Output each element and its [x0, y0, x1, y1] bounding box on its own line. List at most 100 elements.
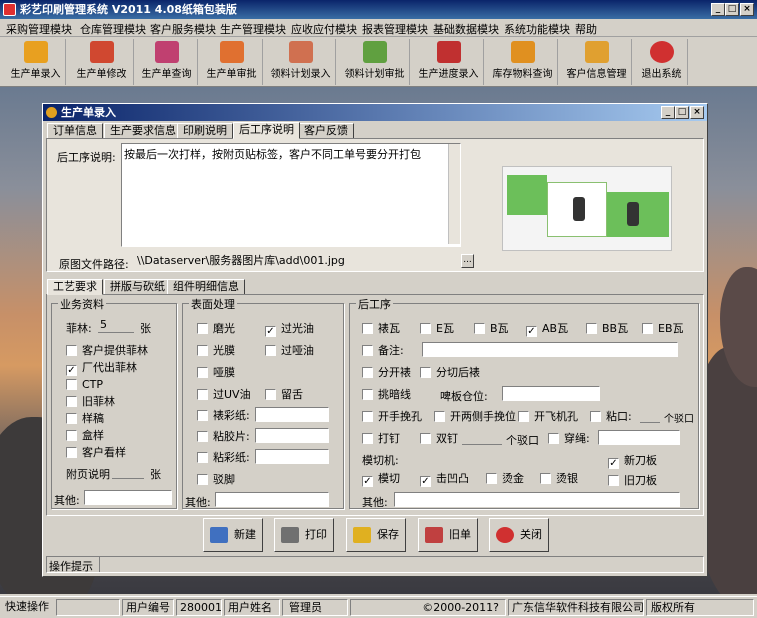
toolbar-inventory-query-button[interactable]: 库存物料查询: [488, 39, 558, 85]
glue-colorpaper-checkbox[interactable]: 粘彩纸:: [197, 451, 250, 464]
e-flute-checkbox[interactable]: E瓦: [420, 322, 454, 335]
browse-button[interactable]: ...: [461, 254, 474, 268]
matte-oil-checkbox[interactable]: 过哑油: [265, 344, 314, 357]
remark-checkbox[interactable]: 备注:: [362, 344, 404, 357]
toolbar-material-approve-button[interactable]: 领料计划审批: [340, 39, 410, 85]
bb-flute-checkbox[interactable]: BB瓦: [586, 322, 628, 335]
menu-receivable[interactable]: 应收应付模块: [291, 21, 357, 37]
old-die-checkbox[interactable]: 旧刀板: [608, 474, 657, 487]
polish-checkbox[interactable]: 磨光: [197, 322, 235, 335]
toolbar-order-query-button[interactable]: 生产单查询: [136, 39, 198, 85]
close-window-button[interactable]: ×: [740, 3, 754, 16]
subtab-craft[interactable]: 工艺要求: [47, 279, 103, 295]
die-cut-checkbox[interactable]: ✓ 模切: [362, 472, 400, 487]
new-button[interactable]: 新建: [203, 518, 263, 552]
customer-review-checkbox[interactable]: 客户看样: [66, 446, 126, 459]
uv-oil-checkbox[interactable]: 过UV油: [197, 388, 251, 401]
tab-post-process[interactable]: 后工序说明: [233, 122, 300, 139]
menu-customer[interactable]: 客户服务模块: [150, 21, 216, 37]
menu-purchase[interactable]: 采购管理模块: [6, 21, 72, 37]
menu-warehouse[interactable]: 仓库管理模块: [80, 21, 146, 37]
crease-checkbox[interactable]: 挑暗线: [362, 388, 411, 401]
side-hand-hole-checkbox[interactable]: 开两侧手挽位: [434, 410, 516, 423]
toolbar-customer-info-button[interactable]: 客户信息管理: [562, 39, 632, 85]
hot-gold-checkbox[interactable]: 烫金: [486, 472, 524, 485]
dialog-title: 生产单录入: [61, 106, 116, 119]
menu-production[interactable]: 生产管理模块: [220, 21, 286, 37]
post-process-textarea[interactable]: 按最后一次打样，按附页贴标签，客户不同工单号要分开打包: [121, 143, 461, 247]
sample-draft-checkbox[interactable]: 样稿: [66, 412, 104, 425]
post-other-field[interactable]: [394, 492, 680, 507]
dialog-close-button[interactable]: ×: [690, 106, 704, 119]
surface-other-field[interactable]: [215, 492, 329, 507]
staple-count-field[interactable]: [462, 430, 502, 445]
double-staple-checkbox[interactable]: 双钉: [420, 432, 458, 445]
status-empty-panel: [56, 599, 120, 616]
glue-film-field[interactable]: [255, 428, 329, 443]
toolbar-material-entry-button[interactable]: 领料计划录入: [266, 39, 336, 85]
die-position-field[interactable]: [502, 386, 600, 401]
glue-film-checkbox[interactable]: 粘胶片:: [197, 430, 250, 443]
minimize-button[interactable]: _: [711, 3, 725, 16]
toolbar-progress-entry-button[interactable]: 生产进度录入: [414, 39, 484, 85]
close-button[interactable]: 关闭: [489, 518, 549, 552]
quick-ops-label[interactable]: 快速操作: [2, 599, 54, 616]
factory-film-checkbox[interactable]: ✓ 厂代出菲林: [66, 361, 137, 376]
joint-foot-checkbox[interactable]: 驳脚: [197, 473, 235, 486]
matte-film-checkbox[interactable]: 哑膜: [197, 366, 235, 379]
split-mount-checkbox[interactable]: 分开裱: [362, 366, 411, 379]
tab-customer-feedback[interactable]: 客户反馈: [298, 123, 354, 139]
film-count-field[interactable]: 5: [98, 318, 134, 333]
mount-colorpaper-field[interactable]: [255, 407, 329, 422]
box-sample-checkbox[interactable]: 盒样: [66, 429, 104, 442]
toolbar-exit-button[interactable]: 退出系统: [636, 39, 688, 85]
split-after-checkbox[interactable]: 分切后裱: [420, 366, 480, 379]
dialog-maximize-button[interactable]: □: [675, 106, 689, 119]
glue-colorpaper-field[interactable]: [255, 449, 329, 464]
staple-checkbox[interactable]: 打钉: [362, 432, 400, 445]
menu-system[interactable]: 系统功能模块: [504, 21, 570, 37]
customer-film-checkbox[interactable]: 客户提供菲林: [66, 344, 148, 357]
b-flute-checkbox[interactable]: B瓦: [474, 322, 509, 335]
emboss-checkbox[interactable]: ✓ 击凹凸: [420, 472, 469, 487]
tongue-checkbox[interactable]: 留舌: [265, 388, 303, 401]
attach-count-field[interactable]: [112, 464, 144, 479]
maximize-button[interactable]: □: [725, 3, 739, 16]
menu-reports[interactable]: 报表管理模块: [362, 21, 428, 37]
glue-joint-checkbox[interactable]: 粘口:: [590, 410, 632, 423]
dialog-minimize-button[interactable]: _: [661, 106, 675, 119]
toolbar-order-edit-button[interactable]: 生产单修改: [70, 39, 134, 85]
toolbar-order-entry-button[interactable]: 生产单录入: [6, 39, 66, 85]
eb-flute-checkbox[interactable]: EB瓦: [642, 322, 684, 335]
subtab-components[interactable]: 组件明细信息: [167, 279, 245, 295]
subtab-imposition[interactable]: 拼版与砍纸: [104, 279, 171, 295]
ab-flute-checkbox[interactable]: ✓ AB瓦: [526, 322, 568, 337]
post-other-label: 其他:: [362, 496, 388, 509]
hand-hole-checkbox[interactable]: 开手挽孔: [362, 410, 422, 423]
ctp-checkbox[interactable]: CTP: [66, 378, 103, 391]
image-path-field[interactable]: \\Dataserver\服务器图片库\add\001.jpg: [135, 254, 461, 269]
save-button[interactable]: 保存: [346, 518, 406, 552]
gloss-film-checkbox[interactable]: 光膜: [197, 344, 235, 357]
mount-colorpaper-checkbox[interactable]: 裱彩纸:: [197, 409, 250, 422]
business-other-field[interactable]: [84, 490, 172, 505]
old-order-button[interactable]: 旧单: [418, 518, 478, 552]
menu-basedata[interactable]: 基础数据模块: [433, 21, 499, 37]
glue-joint-field[interactable]: [640, 408, 660, 423]
hot-silver-checkbox[interactable]: 烫银: [540, 472, 578, 485]
new-die-checkbox[interactable]: ✓ 新刀板: [608, 454, 657, 469]
rope-checkbox[interactable]: 穿绳:: [548, 432, 590, 445]
remark-field[interactable]: [422, 342, 678, 357]
tab-production-req[interactable]: 生产要求信息: [104, 123, 182, 139]
gloss-oil-checkbox[interactable]: ✓ 过光油: [265, 322, 314, 337]
tab-print-desc[interactable]: 印刷说明: [177, 123, 233, 139]
old-film-checkbox[interactable]: 旧菲林: [66, 395, 115, 408]
rope-field[interactable]: [598, 430, 680, 445]
print-button[interactable]: 打印: [274, 518, 334, 552]
tab-order-info[interactable]: 订单信息: [47, 123, 103, 139]
mount-flute-checkbox[interactable]: 裱瓦: [362, 322, 400, 335]
toolbar-order-approve-button[interactable]: 生产单审批: [201, 39, 263, 85]
plane-hole-checkbox[interactable]: 开飞机孔: [518, 410, 578, 423]
menu-help[interactable]: 帮助: [575, 21, 597, 37]
textarea-scrollbar[interactable]: [448, 144, 460, 244]
